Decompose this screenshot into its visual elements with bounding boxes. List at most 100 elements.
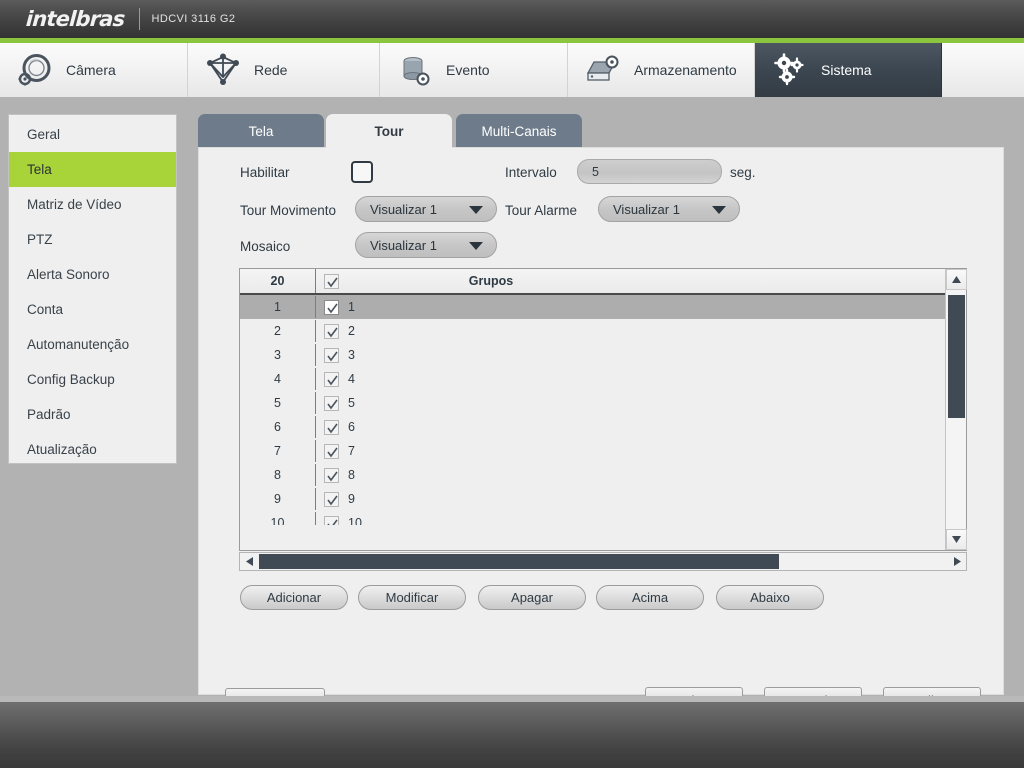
scroll-left-button[interactable] bbox=[240, 553, 258, 570]
vertical-scroll-thumb[interactable] bbox=[948, 295, 965, 418]
tour-alarme-value: Visualizar 1 bbox=[613, 201, 680, 217]
button-label: Modificar bbox=[385, 590, 439, 605]
nav-item-armazenamento[interactable]: Armazenamento bbox=[568, 43, 755, 97]
check-icon bbox=[326, 399, 338, 409]
row-grupo: 7 bbox=[348, 444, 355, 458]
sidebar-label: Config Backup bbox=[27, 372, 115, 387]
sidebar-item-conta[interactable]: Conta bbox=[9, 292, 176, 327]
sidebar-item-config-backup[interactable]: Config Backup bbox=[9, 362, 176, 397]
tab-label: Tela bbox=[248, 123, 274, 139]
button-label: Adicionar bbox=[266, 590, 322, 605]
nav-item-sistema[interactable]: Sistema bbox=[755, 43, 942, 97]
table-row[interactable]: 7 7 bbox=[240, 439, 945, 463]
brand-bar: intelbras HDCVI 3116 G2 bbox=[0, 0, 1024, 38]
scroll-up-button[interactable] bbox=[946, 269, 967, 290]
table-row[interactable]: 3 3 bbox=[240, 343, 945, 367]
table-horizontal-scrollbar[interactable] bbox=[239, 552, 967, 571]
row-number: 7 bbox=[240, 440, 316, 462]
table-vertical-scrollbar[interactable] bbox=[945, 269, 967, 550]
table-row[interactable]: 8 8 bbox=[240, 463, 945, 487]
table-row[interactable]: 2 2 bbox=[240, 319, 945, 343]
sidebar-item-padrao[interactable]: Padrão bbox=[9, 397, 176, 432]
sidebar-label: Matriz de Vídeo bbox=[27, 197, 122, 212]
tour-alarme-select[interactable]: Visualizar 1 bbox=[598, 196, 740, 222]
nav-item-evento[interactable]: Evento bbox=[380, 43, 568, 97]
sidebar-item-tela[interactable]: Tela bbox=[9, 152, 176, 187]
sidebar-item-ptz[interactable]: PTZ bbox=[9, 222, 176, 257]
modificar-button[interactable]: Modificar bbox=[358, 585, 466, 610]
mosaico-select[interactable]: Visualizar 1 bbox=[355, 232, 497, 258]
checkbox-box bbox=[323, 419, 339, 435]
sidebar-item-alerta-sonoro[interactable]: Alerta Sonoro bbox=[9, 257, 176, 292]
table-row[interactable]: 1 1 bbox=[240, 295, 945, 319]
row-checkbox[interactable] bbox=[316, 443, 346, 459]
row-checkbox[interactable] bbox=[316, 371, 346, 387]
mosaico-label: Mosaico bbox=[240, 239, 291, 254]
tab-multi-canais[interactable]: Multi-Canais bbox=[456, 114, 582, 148]
nav-item-camera[interactable]: Câmera bbox=[0, 43, 188, 97]
tab-tour[interactable]: Tour bbox=[326, 114, 452, 148]
scroll-down-button[interactable] bbox=[946, 529, 967, 550]
footer-bar bbox=[0, 702, 1024, 768]
row-grupo: 1 bbox=[348, 300, 355, 314]
main-navigation: Câmera Rede Evento Armazenamento Sistema bbox=[0, 43, 1024, 97]
storage-icon bbox=[584, 51, 622, 89]
logo-divider bbox=[138, 8, 140, 30]
nav-label-camera: Câmera bbox=[66, 62, 116, 78]
row-checkbox[interactable] bbox=[316, 395, 346, 411]
table-body: 1 1 2 2 3 3 4 4 5 5 6 6 7 7 8 8 9 9 10 1… bbox=[240, 295, 945, 525]
row-grupo: 3 bbox=[348, 348, 355, 362]
row-grupo: 5 bbox=[348, 396, 355, 410]
row-checkbox[interactable] bbox=[316, 347, 346, 363]
row-grupo: 9 bbox=[348, 492, 355, 506]
select-all-checkbox[interactable] bbox=[316, 273, 346, 289]
row-checkbox[interactable] bbox=[316, 299, 346, 315]
intervalo-input[interactable]: 5 bbox=[577, 159, 722, 184]
sidebar-item-automanutencao[interactable]: Automanutenção bbox=[9, 327, 176, 362]
horizontal-scroll-thumb[interactable] bbox=[259, 554, 779, 569]
checkbox-box bbox=[323, 395, 339, 411]
tour-movimento-select[interactable]: Visualizar 1 bbox=[355, 196, 497, 222]
row-checkbox[interactable] bbox=[316, 467, 346, 483]
acima-button[interactable]: Acima bbox=[596, 585, 704, 610]
checkbox-box bbox=[323, 323, 339, 339]
adicionar-button[interactable]: Adicionar bbox=[240, 585, 348, 610]
apagar-button[interactable]: Apagar bbox=[478, 585, 586, 610]
sidebar-item-atualizacao[interactable]: Atualização bbox=[9, 432, 176, 467]
checkbox-box bbox=[323, 491, 339, 507]
sidebar-label: Conta bbox=[27, 302, 64, 317]
table-row[interactable]: 6 6 bbox=[240, 415, 945, 439]
abaixo-button[interactable]: Abaixo bbox=[716, 585, 824, 610]
button-label: Abaixo bbox=[750, 590, 790, 605]
row-checkbox[interactable] bbox=[316, 323, 346, 339]
checkbox-box bbox=[323, 515, 339, 525]
row-checkbox[interactable] bbox=[316, 515, 346, 525]
sidebar-label: PTZ bbox=[27, 232, 53, 247]
caret-up-icon bbox=[952, 276, 961, 283]
content-area: Geral Tela Matriz de Vídeo PTZ Alerta So… bbox=[0, 97, 1024, 714]
table-row[interactable]: 9 9 bbox=[240, 487, 945, 511]
table-row[interactable]: 4 4 bbox=[240, 367, 945, 391]
table-row[interactable]: 5 5 bbox=[240, 391, 945, 415]
checkbox-box bbox=[323, 273, 339, 289]
row-number: 9 bbox=[240, 488, 316, 510]
row-checkbox[interactable] bbox=[316, 491, 346, 507]
groups-table: 20 Grupos 1 1 2 2 3 3 4 4 5 5 6 6 7 7 8 … bbox=[239, 268, 967, 551]
check-icon bbox=[326, 351, 338, 361]
tab-label: Tour bbox=[374, 123, 404, 139]
tour-settings-panel: Habilitar Intervalo 5 seg. Tour Moviment… bbox=[198, 147, 1004, 714]
sidebar-item-matriz-de-video[interactable]: Matriz de Vídeo bbox=[9, 187, 176, 222]
table-header-row: 20 Grupos bbox=[240, 269, 966, 295]
tour-movimento-value: Visualizar 1 bbox=[370, 201, 437, 217]
row-grupo: 6 bbox=[348, 420, 355, 434]
row-checkbox[interactable] bbox=[316, 419, 346, 435]
habilitar-checkbox[interactable] bbox=[351, 161, 373, 183]
tab-tela[interactable]: Tela bbox=[198, 114, 324, 148]
table-row[interactable]: 10 10 bbox=[240, 511, 945, 525]
sidebar-label: Tela bbox=[27, 162, 52, 177]
nav-item-rede[interactable]: Rede bbox=[188, 43, 380, 97]
scroll-right-button[interactable] bbox=[948, 553, 966, 570]
sidebar-item-geral[interactable]: Geral bbox=[9, 117, 176, 152]
table-header-count: 20 bbox=[240, 269, 316, 293]
intervalo-value: 5 bbox=[592, 164, 599, 179]
